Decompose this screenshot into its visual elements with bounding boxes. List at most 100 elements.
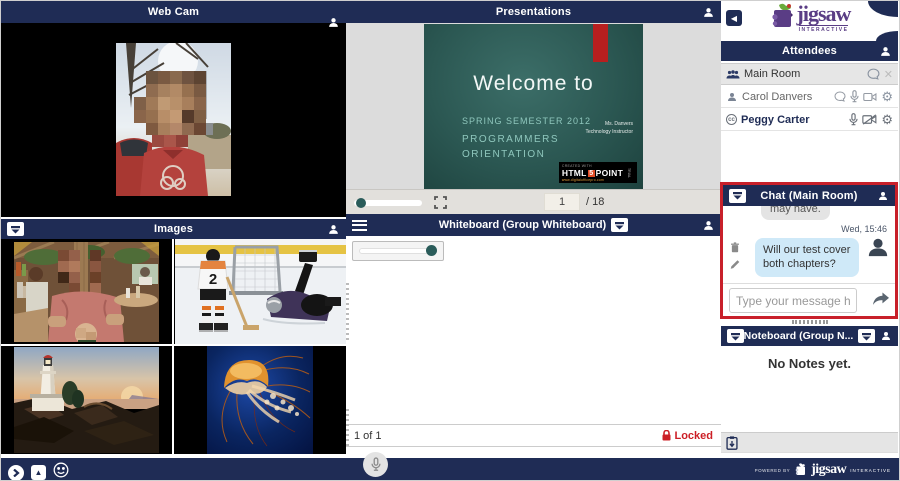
whiteboard-zoom-slider[interactable]	[352, 241, 444, 261]
whiteboard-page-info: 1 of 1	[354, 430, 382, 442]
attendee-row-carol-danvers[interactable]: Carol Danvers ⚙	[721, 86, 898, 108]
presentations-panel: Presentations Welcome to SPRING SEMESTER…	[346, 1, 721, 214]
whiteboard-panel: Whiteboard (Group Whiteboard) 1 of 1 Loc…	[346, 214, 721, 458]
presentations-header: Presentations	[346, 1, 721, 23]
send-message-icon[interactable]	[873, 292, 889, 311]
webcam-photo	[116, 43, 231, 196]
group-icon	[726, 69, 740, 80]
images-collapse-button[interactable]	[7, 222, 24, 236]
whiteboard-title: Whiteboard (Group Whiteboard)	[439, 219, 606, 231]
chat-title: Chat (Main Room)	[723, 190, 895, 202]
right-sidebar: ◀ jigsaw INTERACTIVE Attend	[721, 1, 898, 458]
locked-status-badge: Locked	[662, 430, 713, 442]
slide-heading: Welcome to	[424, 72, 643, 96]
webcam-participants-icon[interactable]	[327, 1, 340, 29]
slide-red-ribbon	[593, 24, 608, 62]
presentation-zoom-slider[interactable]	[354, 200, 422, 206]
edit-message-icon[interactable]	[730, 259, 740, 270]
chat-participants-icon[interactable]	[877, 190, 889, 202]
noteboard-header: Noteboard (Group N...	[721, 326, 898, 346]
restaurant-photo	[14, 242, 159, 342]
webcam-header: Web Cam	[1, 1, 346, 23]
panel-resize-handle[interactable]	[721, 320, 898, 324]
images-header: Images	[1, 219, 346, 239]
lock-icon	[662, 430, 671, 441]
whiteboard-header: Whiteboard (Group Whiteboard)	[346, 214, 721, 236]
expand-dock-icon[interactable]	[8, 465, 24, 481]
presentations-title: Presentations	[346, 6, 721, 18]
image-thumbnail-hockey[interactable]: 2	[174, 239, 346, 344]
add-note-icon[interactable]	[726, 436, 738, 450]
chat-message-input[interactable]	[729, 288, 857, 313]
lighthouse-photo	[14, 347, 159, 453]
attendees-panel: Attendees	[721, 41, 898, 61]
logo-name: jigsaw	[797, 3, 851, 25]
svg-text:2: 2	[208, 271, 216, 288]
cc-badge-icon: cc	[726, 114, 737, 125]
chat-avatar	[867, 236, 889, 263]
settings-gear-icon[interactable]: ⚙	[881, 113, 893, 126]
virtual-classroom: Web Cam	[0, 0, 900, 481]
microphone-icon[interactable]	[850, 90, 859, 103]
html5-shield-icon: 5	[588, 170, 595, 177]
panel-resize-handle[interactable]	[346, 409, 349, 449]
noteboard-participants-icon[interactable]	[880, 330, 892, 342]
whiteboard-menu-icon[interactable]	[352, 217, 367, 233]
noteboard-dropdown-button[interactable]	[858, 329, 875, 343]
jigsaw-puzzle-icon	[794, 463, 807, 478]
powered-by: POWERED BY jigsaw INTERACTIVE	[755, 458, 891, 481]
chat-timestamp: Wed, 15:46	[841, 224, 887, 234]
webcam-video-area	[1, 23, 346, 217]
noteboard-panel: Noteboard (Group N... No Notes yet.	[721, 326, 898, 453]
fullscreen-icon[interactable]	[434, 196, 447, 214]
attendee-name: Carol Danvers	[742, 91, 812, 103]
close-icon[interactable]: ✕	[884, 68, 893, 81]
images-participants-icon[interactable]	[327, 223, 340, 236]
whiteboard-dropdown-button[interactable]	[611, 218, 628, 232]
page-number-input[interactable]	[544, 193, 580, 211]
webcam-panel: Web Cam	[1, 1, 346, 217]
image-thumbnail-jellyfish[interactable]	[174, 346, 346, 454]
noteboard-footer	[721, 432, 898, 452]
whiteboard-zoom-slider-thumb[interactable]	[426, 245, 437, 256]
presentation-zoom-slider-thumb[interactable]	[356, 198, 366, 208]
attendees-participants-icon[interactable]	[879, 45, 892, 58]
presentation-slide[interactable]: Welcome to SPRING SEMESTER 2012 PROGRAMM…	[424, 24, 643, 189]
jigsaw-puzzle-icon	[769, 3, 795, 33]
chat-panel: Chat (Main Room) may have. Wed, 15:46 Wi…	[720, 182, 898, 319]
image-thumbnail-restaurant[interactable]	[1, 239, 172, 344]
noteboard-collapse-button[interactable]	[727, 329, 744, 343]
webcam-title: Web Cam	[1, 6, 346, 18]
camera-icon[interactable]	[863, 92, 877, 102]
images-panel: Images	[1, 219, 346, 456]
panel-resize-handle[interactable]	[346, 283, 349, 341]
microphone-icon[interactable]	[849, 113, 858, 126]
html5point-badge: CREATED WITH HTML 5 POINT TRIAL www.digi…	[559, 162, 637, 183]
image-thumbnail-lighthouse[interactable]	[1, 346, 172, 454]
whiteboard-participants-icon[interactable]	[702, 219, 715, 232]
jellyfish-photo	[207, 346, 313, 454]
chat-message-list[interactable]: may have. Wed, 15:46 Will our test cover…	[723, 206, 895, 283]
chat-bubble-icon[interactable]	[834, 91, 846, 102]
camera-off-icon[interactable]	[862, 114, 877, 125]
presentation-toolbar: / 18	[346, 189, 721, 214]
slide-subtitle-2: PROGRAMMERS ORIENTATION	[462, 132, 559, 162]
presentations-participants-icon[interactable]	[702, 6, 715, 19]
chat-input-row	[723, 283, 895, 316]
raise-hand-panel-icon[interactable]: ▲	[31, 465, 46, 480]
logo-tagline: INTERACTIVE	[799, 25, 849, 33]
attendee-icon	[726, 91, 738, 103]
chat-message: Will our test cover both chapters?	[755, 238, 859, 277]
emoji-icon[interactable]	[53, 462, 69, 481]
jigsaw-logo: jigsaw INTERACTIVE	[721, 3, 898, 33]
chat-message-previous: may have.	[761, 206, 830, 220]
microphone-button[interactable]	[363, 452, 388, 477]
chat-bubble-icon[interactable]	[867, 68, 880, 80]
chat-collapse-button[interactable]	[729, 189, 746, 203]
attendee-row-main-room[interactable]: Main Room ✕	[721, 63, 898, 85]
images-title: Images	[1, 223, 346, 235]
room-name: Main Room	[744, 68, 800, 80]
settings-gear-icon[interactable]: ⚙	[881, 90, 893, 103]
attendee-row-peggy-carter[interactable]: cc Peggy Carter ⚙	[721, 109, 898, 131]
delete-message-icon[interactable]	[730, 242, 740, 253]
